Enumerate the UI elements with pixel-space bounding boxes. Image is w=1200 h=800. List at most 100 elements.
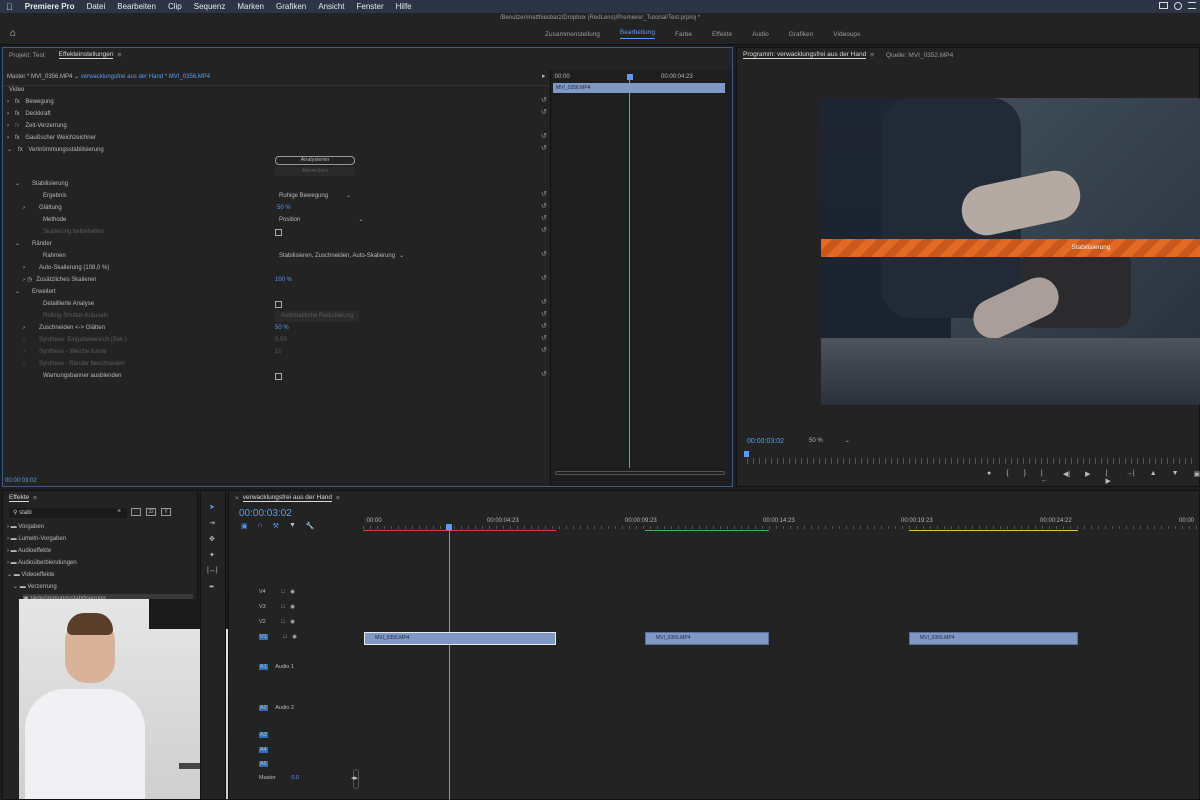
tab-source[interactable]: Quelle: MVI_0352.MP4 [886,52,953,59]
expand-icon[interactable]: › [23,265,25,271]
stopwatch-icon[interactable]: ◷ [27,277,32,283]
mark-in-icon[interactable]: { [1006,470,1008,485]
expand-icon[interactable]: › [7,524,9,530]
chevron-down-icon[interactable]: ⌄ [74,74,81,80]
track-select-icon[interactable]: ⇥ [209,519,215,527]
insert-nest-icon[interactable]: ▣ [241,522,248,530]
collapse-icon[interactable]: ⌄ [7,572,12,578]
step-forward-icon[interactable]: |▶ [1106,470,1111,485]
track-v1[interactable]: V1 [259,634,268,640]
tree-verzerrung[interactable]: Verzerrung [27,584,56,590]
reset-icon[interactable]: ↺ [541,298,547,306]
expand-icon[interactable]: › [7,99,9,105]
eye-icon[interactable]: ◉ [290,589,295,595]
monitor-playhead[interactable] [744,451,749,457]
tab-project[interactable]: Projekt: Test [9,52,45,59]
track-a5[interactable]: A5 [259,761,268,767]
chevron-down-icon[interactable]: ⌄ [399,253,404,259]
reset-icon[interactable]: ↺ [541,322,547,330]
tree-audio-transitions[interactable]: Audioüberblendungen [18,560,77,566]
menu-marken[interactable]: Marken [231,2,270,11]
expand-icon[interactable]: › [7,560,9,566]
scroll-bar[interactable] [555,471,725,475]
reset-icon[interactable]: ↺ [541,226,547,234]
wrench-icon[interactable]: 🔧 [306,522,315,530]
tree-audioeffekte[interactable]: Audioeffekte [18,548,51,554]
effect-clip-bar[interactable]: MVI_0356.MP4 [553,83,725,93]
razor-tool-icon[interactable]: ✦ [209,551,215,559]
detailed-analysis-checkbox[interactable] [275,301,282,308]
tree-lumetri[interactable]: Lumetri-Vorgaben [18,536,66,542]
tree-videoeffekte[interactable]: Videoeffekte [21,572,54,578]
track-a4[interactable]: A4 [259,747,268,753]
effect-zeitverzerrung[interactable]: Zeit-Verzerrung [25,123,66,129]
track-v4[interactable]: V4 [259,589,266,595]
reset-icon[interactable]: ↺ [541,214,547,222]
program-timecode[interactable]: 00:00:03:02 [747,436,784,447]
reset-icon[interactable]: ↺ [541,334,547,342]
effect-deckkraft[interactable]: Deckkraft [25,111,50,117]
expand-icon[interactable]: › [7,536,9,542]
panel-menu-icon[interactable]: ≡ [336,495,340,502]
menu-sequenz[interactable]: Sequenz [188,2,232,11]
menu-list-icon[interactable] [1188,2,1196,9]
timeline-clip-2[interactable]: MVI_0356.MP4 [645,632,769,645]
zoom-fit-icon[interactable]: ◂▸ [351,774,358,782]
master-volume-value[interactable]: 0.0 [291,775,299,781]
close-icon[interactable]: × [235,495,239,502]
expand-icon[interactable]: › [23,361,25,367]
add-marker-icon[interactable]: ▼ [289,522,296,530]
expand-icon[interactable]: › [23,337,25,343]
linked-select-icon[interactable]: ⚒ [273,522,279,530]
slip-tool-icon[interactable]: |↔| [207,567,218,574]
reset-icon[interactable]: ↺ [541,108,547,116]
track-a2[interactable]: A2 [259,705,268,711]
lock-icon[interactable]: □ [281,604,284,610]
home-icon[interactable]: ⌂ [10,28,16,39]
expand-icon[interactable]: › [23,205,25,211]
menu-hilfe[interactable]: Hilfe [390,2,418,11]
mark-out-icon[interactable]: } [1024,470,1026,485]
go-to-in-icon[interactable]: |← [1041,470,1048,485]
clear-search-icon[interactable]: × [117,508,121,515]
eye-icon[interactable]: ◉ [292,634,297,640]
ws-farbe[interactable]: Farbe [675,31,692,38]
snap-icon[interactable]: ∩ [258,522,263,530]
timeline-timecode[interactable]: 00:00:03:02 [239,508,292,519]
collapse-icon[interactable]: ⌄ [15,289,20,295]
collapse-icon[interactable]: ⌄ [15,241,20,247]
eye-icon[interactable]: ◉ [290,604,295,610]
chevron-down-icon[interactable]: ⌄ [358,217,363,223]
reset-icon[interactable]: ↺ [541,274,547,282]
play-icon[interactable]: ▶ [1085,470,1090,485]
smoothness-value[interactable]: 50 % [277,203,291,214]
framing-select[interactable]: Stabilisieren, Zuschneiden, Auto-Skalier… [279,253,395,259]
effect-warp-stabilizer[interactable]: Verkrümmungsstabilisierung [28,147,103,153]
track-v3[interactable]: V3 [259,604,266,610]
extract-icon[interactable]: ▼ [1172,470,1179,485]
additional-scale-value[interactable]: 100 % [275,275,292,286]
timeline-clip-3[interactable]: MVI_0356.MP4 [909,632,1078,645]
collapse-icon[interactable]: ⌄ [15,181,20,187]
collapse-icon[interactable]: ⌄ [7,147,12,153]
ws-zusammenstellung[interactable]: Zusammenstellung [545,31,600,38]
ws-bearbeitung[interactable]: Bearbeitung [619,29,655,39]
tab-program[interactable]: Programm: verwacklungsfrei aus der Hand [743,51,867,59]
reset-icon[interactable]: ↺ [541,132,547,140]
preserve-scaling-checkbox[interactable] [275,229,282,236]
effect-bewegung[interactable]: Bewegung [25,99,53,105]
export-frame-icon[interactable]: ▣ [1194,470,1200,485]
32bit-effects-icon[interactable]: 32 [146,508,156,516]
expand-icon[interactable]: › [23,325,25,331]
menu-bearbeiten[interactable]: Bearbeiten [111,2,162,11]
yuv-effects-icon[interactable]: Y [161,508,171,516]
expand-icon[interactable]: › [7,548,9,554]
reset-icon[interactable]: ↺ [541,346,547,354]
go-to-out-icon[interactable]: →| [1126,470,1135,485]
sequence-clip-label[interactable]: verwacklungsfrei aus der Hand * MVI_0356… [81,74,210,80]
expand-icon[interactable]: › [7,111,9,117]
master-clip-label[interactable]: Master * MVI_0356.MP4 [7,74,72,80]
ws-effekte[interactable]: Effekte [712,31,732,38]
menu-ansicht[interactable]: Ansicht [312,2,350,11]
lift-icon[interactable]: ▲ [1150,470,1157,485]
